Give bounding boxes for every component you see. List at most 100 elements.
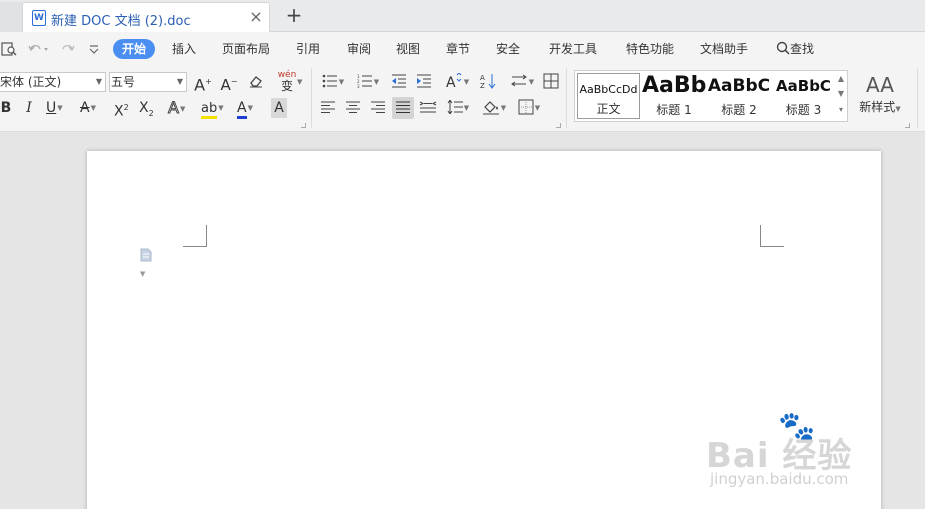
menu-features[interactable]: 特色功能: [626, 41, 674, 57]
font-size-select[interactable]: 五号 ▼: [109, 72, 187, 92]
font-name-value: 宋体 (正文): [0, 75, 62, 89]
style-normal[interactable]: AaBbCcDd 正文: [577, 73, 640, 119]
new-style-label: 新样式: [859, 100, 896, 114]
svg-text:A: A: [480, 74, 485, 82]
menu-view[interactable]: 视图: [396, 41, 420, 57]
menu-page-layout[interactable]: 页面布局: [222, 41, 270, 57]
style-heading-2[interactable]: AaBbC 标题 2: [707, 73, 771, 119]
new-style-button[interactable]: AA 新样式▼: [855, 72, 905, 122]
align-left-button[interactable]: [320, 98, 336, 118]
font-name-select[interactable]: 宋体 (正文) ▼: [0, 72, 106, 92]
bullet-list-icon: [322, 74, 337, 88]
borders-button[interactable]: ▼: [515, 98, 543, 118]
chevron-down-icon: ▼: [95, 77, 102, 86]
menu-home[interactable]: 开始: [113, 39, 156, 59]
bold-button[interactable]: B: [0, 98, 13, 118]
italic-button[interactable]: I: [22, 98, 36, 118]
shrink-font-button[interactable]: A−: [219, 72, 239, 94]
subscript-glyph: X: [139, 100, 149, 116]
align-right-button[interactable]: [370, 98, 386, 118]
svg-text:A: A: [446, 75, 456, 89]
paragraph-marker-icon[interactable]: ▼: [140, 248, 156, 278]
chevron-up-icon[interactable]: ▲: [835, 71, 847, 87]
document-tab[interactable]: W 新建 DOC 文档 (2).doc ×: [22, 2, 270, 32]
menu-bar: 开始 插入 页面布局 引用 审阅 视图 章节 安全 开发工具 特色功能 文档助手…: [0, 32, 925, 66]
chevron-down-icon: ▼: [895, 105, 901, 113]
new-style-label-wrap: 新样式▼: [855, 98, 905, 115]
customize-icon[interactable]: [88, 41, 100, 62]
text-effect-button[interactable]: A▼: [168, 98, 194, 118]
text-effect-glyph: A: [168, 98, 180, 118]
font-color-button[interactable]: A▼: [237, 98, 263, 119]
style-label: 标题 3: [785, 103, 822, 117]
svg-text:Z: Z: [480, 82, 485, 89]
decrease-indent-button[interactable]: [390, 72, 408, 92]
clear-format-button[interactable]: [246, 72, 266, 92]
menu-review[interactable]: 审阅: [347, 41, 371, 57]
strike-glyph: A: [80, 100, 90, 116]
increase-indent-button[interactable]: [415, 72, 433, 92]
font-dialog-launcher[interactable]: [301, 123, 306, 128]
font-size-value: 五号: [111, 75, 136, 89]
margin-corner-top-right: [760, 225, 784, 247]
styles-dialog-launcher[interactable]: [905, 123, 910, 128]
font-color-glyph: A: [237, 100, 247, 119]
numbered-list-icon: 123: [357, 74, 372, 89]
align-center-icon: [346, 101, 360, 113]
bullets-button[interactable]: ▼: [320, 72, 346, 92]
search-button[interactable]: 查找: [776, 41, 814, 57]
print-preview-icon[interactable]: [1, 41, 17, 62]
chevron-down-icon: ▼: [179, 105, 186, 113]
superscript-glyph: X: [114, 103, 124, 120]
watermark-domain: jingyan.baidu.com: [710, 470, 849, 488]
menu-references[interactable]: 引用: [296, 41, 320, 57]
ribbon-home: 宋体 (正文) ▼ 五号 ▼ A+ A− wén 变 ▼ B I U▼ A▼ X…: [0, 66, 925, 132]
menu-section[interactable]: 章节: [446, 41, 470, 57]
numbering-button[interactable]: 1 2 3 ▼: [355, 72, 381, 92]
style-heading-1[interactable]: AaBb 标题 1: [642, 73, 706, 119]
underline-glyph: U: [46, 100, 57, 116]
paragraph-dialog-launcher[interactable]: [556, 123, 561, 128]
shading-button[interactable]: ▼: [480, 98, 508, 118]
highlight-button[interactable]: ab▼: [201, 98, 229, 119]
align-center-button[interactable]: [345, 98, 361, 118]
redo-icon[interactable]: [60, 41, 76, 62]
underline-button[interactable]: U▼: [46, 98, 72, 118]
previous-tab-stub[interactable]: [0, 2, 22, 32]
close-icon[interactable]: ×: [249, 9, 263, 25]
paragraph-marks-icon: [510, 74, 527, 87]
table-layout-icon: [543, 73, 559, 89]
strikethrough-button[interactable]: A▼: [80, 98, 106, 118]
align-left-icon: [321, 101, 335, 113]
subscript-button[interactable]: X2: [139, 98, 159, 118]
sort-button[interactable]: AZ: [480, 72, 498, 92]
menu-insert[interactable]: 插入: [172, 41, 196, 57]
style-sample: AaBbC: [707, 76, 771, 96]
outdent-icon: [392, 74, 406, 88]
show-hide-marks-button[interactable]: ▼: [508, 72, 536, 92]
line-spacing-button[interactable]: ▼: [445, 98, 471, 118]
chevron-down-icon: ▼: [500, 104, 507, 112]
chevron-down-icon[interactable]: ▼: [835, 86, 847, 102]
distributed-align-button[interactable]: [418, 98, 438, 118]
chevron-down-icon: ▼: [140, 270, 146, 278]
expand-gallery-icon[interactable]: ▾: [835, 102, 847, 118]
text-columns-button[interactable]: [542, 72, 560, 92]
menu-doc-assistant[interactable]: 文档助手: [700, 41, 748, 57]
chevron-down-icon: ▼: [297, 78, 303, 86]
distributed-icon: [419, 101, 437, 113]
change-case-button[interactable]: A ▼: [443, 72, 471, 92]
menu-security[interactable]: 安全: [496, 41, 520, 57]
style-heading-3[interactable]: AaBbC 标题 3: [772, 73, 835, 119]
phonetic-dropdown[interactable]: ▼: [296, 72, 302, 92]
justify-button[interactable]: [392, 97, 414, 119]
grow-font-button[interactable]: A+: [193, 72, 213, 94]
search-icon: [776, 41, 790, 55]
char-shading-button[interactable]: A: [271, 98, 287, 118]
superscript-button[interactable]: X2: [114, 98, 134, 120]
undo-icon[interactable]: [27, 41, 49, 62]
style-sample: AaBbC: [776, 77, 831, 95]
menu-developer[interactable]: 开发工具: [549, 41, 597, 57]
style-label: 标题 1: [656, 103, 692, 117]
new-tab-button[interactable]: +: [284, 4, 304, 26]
